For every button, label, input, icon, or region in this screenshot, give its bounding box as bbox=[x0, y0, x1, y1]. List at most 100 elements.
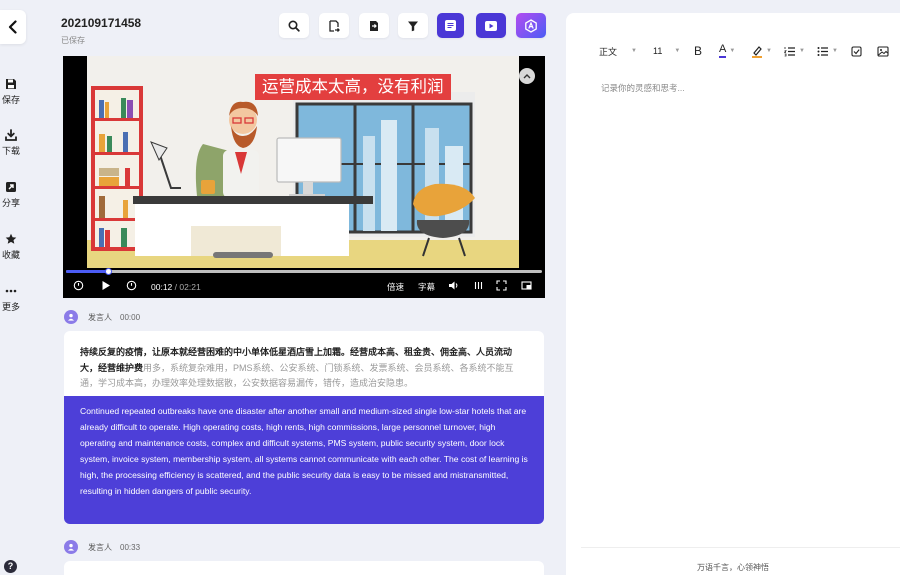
video-progress-bar[interactable] bbox=[66, 268, 542, 275]
fullscreen-button[interactable] bbox=[496, 280, 507, 291]
speaker-name: 发言人 bbox=[88, 542, 112, 552]
subtitle-button[interactable] bbox=[437, 13, 464, 38]
chevron-down-icon: ▼ bbox=[674, 48, 681, 54]
ai-icon bbox=[525, 18, 537, 33]
segment-timestamp[interactable]: 00:33 bbox=[120, 543, 140, 552]
save-status: 已保存 bbox=[61, 36, 85, 45]
volume-icon bbox=[449, 281, 458, 290]
bullet-list-button[interactable]: ▼ bbox=[817, 41, 838, 61]
more-icon bbox=[5, 289, 17, 293]
replay-forward-button[interactable] bbox=[126, 280, 137, 291]
checklist-button[interactable] bbox=[851, 41, 862, 61]
duration: 02:21 bbox=[179, 282, 201, 292]
sidebar-item-label: 分享 bbox=[1, 198, 20, 208]
sidebar-item-favorite[interactable]: 收藏 bbox=[0, 233, 22, 261]
notes-footer-slogan: 万语千言，心领神悟 bbox=[697, 563, 769, 572]
font-color-button[interactable]: A ▼ bbox=[719, 41, 735, 61]
export-doc-icon bbox=[329, 19, 340, 32]
subtitle-icon bbox=[445, 20, 456, 31]
chevron-down-icon: ▼ bbox=[832, 48, 838, 54]
filter-button[interactable] bbox=[398, 13, 428, 38]
sliders-icon bbox=[474, 282, 483, 289]
highlight-button[interactable]: ▼ bbox=[751, 41, 772, 61]
forward-icon bbox=[126, 280, 137, 291]
transcript-text-zh: 持续反复的疫情，让原本就经营困难的中小单体低星酒店雪上加霜。经营成本高、租金贵、… bbox=[80, 345, 526, 392]
image-icon bbox=[877, 45, 889, 57]
speaker-row: 发言人 00:00 bbox=[64, 309, 140, 325]
volume-button[interactable] bbox=[448, 280, 459, 291]
page-title: 202109171458 bbox=[61, 16, 142, 30]
sidebar-item-label: 更多 bbox=[1, 302, 20, 312]
chevron-down-icon: ▼ bbox=[631, 48, 637, 54]
bold-button[interactable]: B bbox=[694, 41, 702, 61]
video-time: 00:12 / 02:21 bbox=[151, 280, 201, 294]
download-icon bbox=[5, 129, 17, 141]
bullet-list-icon bbox=[817, 46, 828, 56]
help-icon[interactable]: ? bbox=[4, 560, 17, 573]
rewind-icon bbox=[73, 280, 84, 291]
chevron-down-icon: ▼ bbox=[729, 48, 736, 54]
ai-assistant-button[interactable] bbox=[516, 13, 546, 38]
notes-editor[interactable]: 记录你的灵感和思考... bbox=[601, 82, 685, 94]
sidebar-item-more[interactable]: 更多 bbox=[0, 285, 22, 313]
chevron-down-icon: ▼ bbox=[766, 48, 772, 54]
segment-timestamp[interactable]: 00:00 bbox=[120, 313, 140, 322]
notes-format-toolbar: 正文 ▼ 11 ▼ B A ▼ ▼ ▼ ▼ bbox=[566, 41, 900, 61]
current-time: 00:12 bbox=[151, 282, 173, 292]
notes-panel: 正文 ▼ 11 ▼ B A ▼ ▼ ▼ ▼ 记录你的灵感和思考... 万语千言，心领神… bbox=[566, 13, 900, 575]
paragraph-style-select[interactable]: 正文 ▼ bbox=[599, 41, 637, 61]
import-icon bbox=[370, 20, 378, 31]
transcript-card[interactable] bbox=[64, 561, 544, 575]
play-icon bbox=[102, 281, 110, 290]
paragraph-style-value: 正文 bbox=[599, 46, 618, 57]
sidebar-item-label: 收藏 bbox=[1, 250, 20, 260]
user-icon bbox=[68, 543, 74, 551]
fullscreen-icon bbox=[496, 280, 507, 291]
font-size-value: 11 bbox=[653, 46, 663, 56]
ordered-list-button[interactable]: ▼ bbox=[784, 41, 805, 61]
speaker-row: 发言人 00:33 bbox=[64, 539, 140, 555]
transcript-card[interactable]: 持续反复的疫情，让原本就经营困难的中小单体低星酒店雪上加霜。经营成本高、租金贵、… bbox=[64, 331, 544, 524]
collapse-video-button[interactable] bbox=[519, 68, 535, 84]
settings-button[interactable] bbox=[473, 280, 484, 291]
transcript-translation-en: Continued repeated outbreaks have one di… bbox=[64, 396, 544, 524]
video-toggle-button[interactable] bbox=[476, 13, 506, 38]
font-color-icon: A bbox=[719, 44, 727, 58]
highlighter-icon bbox=[752, 45, 762, 58]
playback-speed-button[interactable]: 倍速 bbox=[387, 280, 404, 294]
video-player[interactable]: 运营成本太高，没有利润 00:12 / 02:21 倍速 字幕 bbox=[63, 56, 545, 298]
back-button[interactable] bbox=[0, 10, 26, 44]
video-icon bbox=[485, 20, 497, 31]
avatar bbox=[64, 310, 78, 324]
save-icon bbox=[6, 79, 16, 89]
play-button[interactable] bbox=[101, 280, 111, 291]
export-doc-button[interactable] bbox=[319, 13, 349, 38]
search-icon bbox=[288, 19, 300, 32]
chevron-down-icon: ▼ bbox=[799, 48, 805, 54]
sidebar-item-label: 下载 bbox=[1, 146, 20, 156]
main-content: 202109171458 已保存 运营成本太高，没有利润 00:12 / 02:… bbox=[50, 0, 558, 575]
insert-image-button[interactable] bbox=[877, 41, 889, 61]
video-caption: 运营成本太高，没有利润 bbox=[255, 74, 451, 100]
sidebar-item-share[interactable]: 分享 bbox=[0, 181, 22, 209]
chevron-up-icon bbox=[523, 74, 531, 79]
chevron-left-icon bbox=[8, 20, 17, 34]
transcript-text-zh-upcoming: 用多，系统复杂难用，PMS系统、公安系统、门锁系统、发票系统、会员系统、各系统不… bbox=[80, 362, 514, 389]
search-button[interactable] bbox=[279, 13, 309, 38]
sidebar-item-save[interactable]: 保存 bbox=[0, 78, 22, 106]
sidebar-item-download[interactable]: 下载 bbox=[0, 129, 22, 157]
filter-icon bbox=[408, 21, 418, 31]
pip-icon bbox=[521, 281, 532, 290]
left-sidebar: 保存 下载 分享 收藏 更多 ? bbox=[0, 0, 42, 575]
sidebar-item-label: 保存 bbox=[1, 95, 20, 105]
user-icon bbox=[68, 313, 74, 321]
ordered-list-icon bbox=[784, 46, 795, 56]
share-icon bbox=[6, 182, 16, 192]
avatar bbox=[64, 540, 78, 554]
picture-in-picture-button[interactable] bbox=[521, 280, 532, 291]
subtitle-toggle-button[interactable]: 字幕 bbox=[418, 280, 435, 294]
replay-back-button[interactable] bbox=[73, 280, 84, 291]
speaker-name: 发言人 bbox=[88, 312, 112, 322]
import-button[interactable] bbox=[359, 13, 389, 38]
font-size-select[interactable]: 11 ▼ bbox=[653, 41, 680, 61]
